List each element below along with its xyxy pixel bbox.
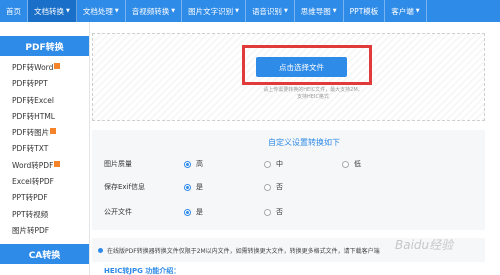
caret-down-icon: ▼: [235, 8, 239, 14]
radio-quality-low[interactable]: 低: [342, 159, 361, 169]
feature-intro-link[interactable]: HEIC转JPG 功能介绍：: [104, 266, 180, 275]
sidebar-header-ca: CA转换: [0, 244, 89, 265]
sidebar-item-label: PDF转Excel: [12, 95, 54, 105]
bullet-icon: [98, 247, 103, 253]
tab-label: 语音识别: [251, 6, 282, 16]
tab-av-convert[interactable]: 音视频转换 ▼: [126, 0, 183, 22]
label-image-quality: 图片质量: [104, 160, 132, 168]
option-label: 是: [196, 183, 203, 191]
tab-ppt-template[interactable]: PPT模板: [344, 0, 386, 22]
caret-down-icon: ▼: [415, 8, 420, 14]
sidebar-item-label: PDF转Word: [12, 63, 54, 72]
radio-exif-no[interactable]: 否: [264, 182, 283, 192]
option-label: 否: [276, 208, 283, 216]
sidebar-item-label: PPT转PDF: [12, 193, 48, 203]
radio-quality-high[interactable]: 高: [184, 159, 203, 169]
sidebar-item-ppt-pdf[interactable]: PPT转PDF: [12, 190, 89, 206]
option-label: 中: [276, 160, 283, 168]
caret-down-icon: ▼: [66, 8, 70, 14]
sidebar-item-pdf-excel[interactable]: PDF转Excel: [12, 93, 89, 109]
sidebar-item-label: PDF转TXT: [12, 144, 49, 154]
tab-label: PPT模板: [349, 6, 379, 16]
radio-selected-icon: [184, 183, 191, 191]
radio-exif-yes[interactable]: 是: [184, 182, 203, 192]
sidebar-item-label: Excel转PDF: [12, 177, 54, 187]
sidebar-item-label: PDF转图片: [12, 128, 50, 138]
tab-client[interactable]: 客户端 ▼: [385, 0, 427, 22]
sidebar-item-pdf-word[interactable]: PDF转Word: [12, 60, 89, 76]
radio-selected-icon: [184, 160, 191, 168]
tab-doc-convert[interactable]: 文档转换 ▼: [28, 0, 77, 22]
sidebar-item-label: PDF转HTML: [12, 111, 55, 121]
sidebar-item-excel-pdf[interactable]: Excel转PDF: [12, 174, 89, 190]
watermark: Baidu经验: [395, 238, 454, 252]
tab-label: 文档转换: [34, 6, 64, 16]
tab-label: 思维导图: [300, 6, 331, 16]
sidebar-item-image-pdf[interactable]: 图片转PDF: [12, 223, 89, 239]
option-label: 低: [354, 160, 361, 168]
caret-down-icon: ▼: [171, 8, 176, 14]
caret-down-icon: ▼: [332, 8, 337, 14]
sidebar-item-pdf-ppt[interactable]: PDF转PPT: [12, 76, 89, 92]
sidebar-item-label: PDF转PPT: [12, 79, 48, 89]
radio-icon: [264, 208, 271, 216]
sidebar-header-pdf: PDF转换: [0, 36, 89, 56]
highlight-box: [242, 45, 372, 85]
option-label: 否: [276, 183, 283, 191]
radio-public-yes[interactable]: 是: [184, 207, 203, 217]
caret-down-icon: ▼: [114, 8, 119, 14]
sidebar: PDF转换 PDF转Word PDF转PPT PDF转Excel PDF转HTM…: [0, 22, 90, 275]
hot-badge-icon: [54, 63, 61, 69]
tab-label: 首页: [6, 6, 21, 16]
radio-icon: [264, 183, 271, 191]
label-public-file: 公开文件: [104, 208, 132, 216]
sidebar-item-label: PPT转视频: [12, 209, 49, 219]
sidebar-item-word-pdf[interactable]: Word转PDF: [12, 158, 89, 174]
sidebar-item-label: Word转PDF: [12, 160, 54, 170]
tab-speech[interactable]: 语音识别 ▼: [246, 0, 295, 22]
tab-doc-process[interactable]: 文档处理 ▼: [77, 0, 126, 22]
notice-text: 在线版PDF转换器转换文件仅限于2M以内文件，如需转换更大文件，转换更多格式文件…: [107, 247, 380, 255]
sidebar-item-pdf-txt[interactable]: PDF转TXT: [12, 141, 89, 157]
radio-public-no[interactable]: 否: [264, 207, 283, 217]
radio-icon: [264, 160, 271, 168]
label-save-exif: 保存Exif信息: [104, 183, 145, 191]
option-label: 是: [196, 208, 203, 216]
tab-mindmap[interactable]: 思维导图 ▼: [295, 0, 344, 22]
settings-title: 自定义设置转换如下: [268, 138, 340, 147]
hot-badge-icon: [50, 128, 57, 135]
upload-hint: 请上传需要转换的HEIC文件，最大支持2M，: [263, 87, 363, 93]
hot-badge-icon: [54, 160, 61, 167]
radio-selected-icon: [184, 208, 191, 216]
radio-icon: [342, 160, 349, 168]
sidebar-item-pdf-html[interactable]: PDF转HTML: [12, 109, 89, 125]
tab-label: 音视频转换: [131, 6, 170, 16]
caret-down-icon: ▼: [283, 8, 288, 14]
sidebar-item-pdf-image[interactable]: PDF转图片: [12, 125, 89, 141]
sidebar-item-ppt-video[interactable]: PPT转视频: [12, 207, 89, 223]
tab-home[interactable]: 首页: [0, 0, 28, 22]
option-label: 高: [196, 160, 203, 168]
tab-label: 文档处理: [82, 6, 113, 16]
tab-label: 客户端: [391, 6, 414, 16]
tab-label: 图片文字识别: [188, 6, 234, 16]
sidebar-list: PDF转Word PDF转PPT PDF转Excel PDF转HTML PDF转…: [0, 56, 89, 239]
sidebar-item-label: 图片转PDF: [12, 225, 50, 235]
upload-hint-format: 支持HEIC格式: [297, 94, 329, 100]
top-nav: 首页 文档转换 ▼ 文档处理 ▼ 音视频转换 ▼ 图片文字识别 ▼ 语音识别 ▼ 思维导图…: [0, 0, 500, 22]
tab-image-ocr[interactable]: 图片文字识别 ▼: [182, 0, 246, 22]
radio-quality-medium[interactable]: 中: [264, 159, 283, 169]
